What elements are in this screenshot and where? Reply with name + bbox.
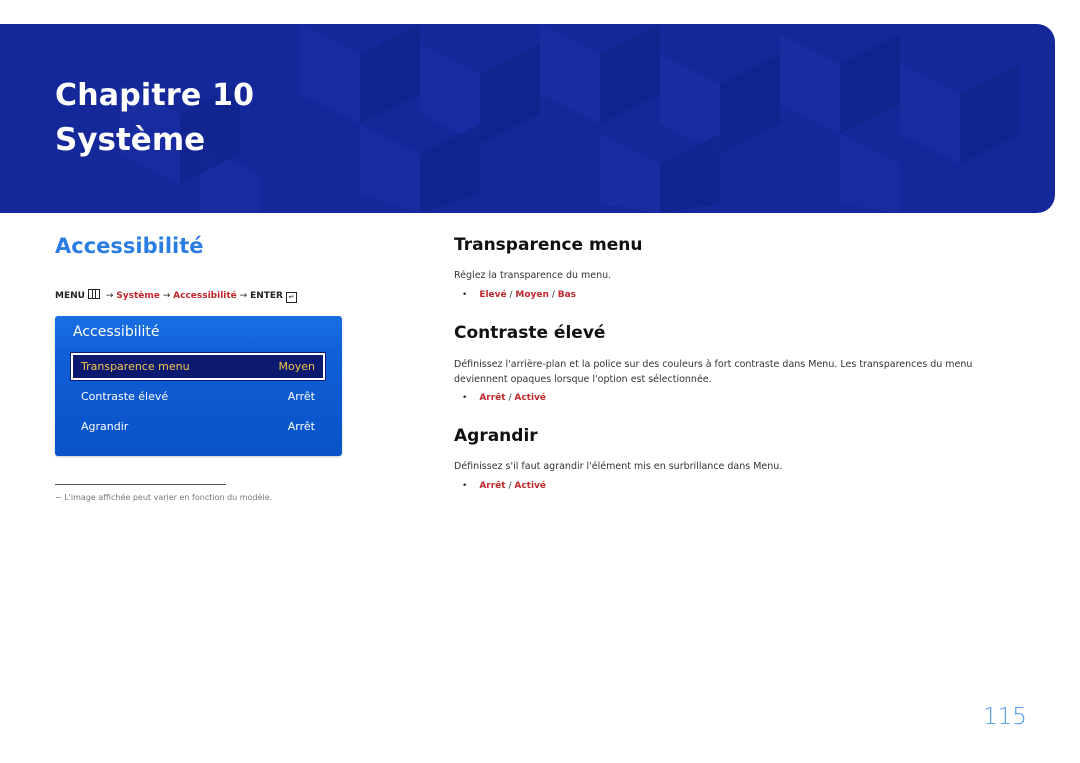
osd-item-label: Transparence menu: [81, 360, 190, 373]
path-arrow: →: [162, 291, 171, 301]
heading-transparence: Transparence menu: [454, 235, 643, 255]
bullet: •: [462, 393, 468, 403]
banner-cube-pattern: [120, 24, 1020, 213]
path-systeme: Système: [116, 291, 160, 301]
heading-contraste: Contraste élevé: [454, 323, 606, 343]
chapter-banner: Chapitre 10 Système: [0, 24, 1055, 213]
text-agrandir: Définissez s'il faut agrandir l'élément …: [454, 461, 783, 472]
bullet: •: [462, 290, 468, 300]
options-contraste: • Arrêt / Activé: [462, 393, 546, 403]
osd-item-value: Moyen: [278, 360, 315, 373]
option: Activé: [514, 393, 547, 403]
chapter-title: Système: [55, 122, 206, 158]
chapter-number: Chapitre 10: [55, 78, 255, 113]
options-agrandir: • Arrêt / Activé: [462, 481, 546, 491]
menu-path: MENU → Système → Accessibilité → ENTER ↵: [55, 289, 297, 303]
footnote: − L'image affichée peut varier en foncti…: [55, 493, 273, 502]
osd-item-label: Agrandir: [81, 420, 129, 433]
page-number: 115: [983, 704, 1027, 730]
menu-grid-icon: [87, 289, 100, 299]
enter-icon: ↵: [286, 292, 297, 303]
osd-item-agrandir[interactable]: Agrandir Arrêt: [71, 413, 325, 440]
separator: /: [551, 290, 555, 300]
osd-item-label: Contraste élevé: [81, 390, 169, 403]
osd-menu-screenshot: Accessibilité Transparence menu Moyen Co…: [55, 316, 342, 456]
option: Arrêt: [479, 481, 506, 491]
bullet: •: [462, 481, 468, 491]
section-title: Accessibilité: [55, 234, 204, 258]
osd-title: Accessibilité: [73, 324, 160, 340]
text-transparence: Réglez la transparence du menu.: [454, 270, 612, 281]
osd-item-transparence[interactable]: Transparence menu Moyen: [70, 352, 326, 381]
option: Elevé: [479, 290, 507, 300]
option: Moyen: [515, 290, 549, 300]
option: Arrêt: [479, 393, 506, 403]
heading-agrandir: Agrandir: [454, 426, 538, 446]
osd-item-contraste[interactable]: Contraste élevé Arrêt: [71, 383, 325, 410]
separator: /: [508, 481, 512, 491]
option: Activé: [514, 481, 547, 491]
options-transparence: • Elevé / Moyen / Bas: [462, 290, 576, 300]
text-contraste: Définissez l'arrière-plan et la police s…: [454, 359, 973, 385]
separator: /: [509, 290, 513, 300]
osd-item-value: Arrêt: [287, 420, 315, 433]
option: Bas: [557, 290, 577, 300]
path-arrow: →: [239, 291, 248, 301]
footnote-divider: [55, 484, 226, 485]
path-accessibilite: Accessibilité: [173, 291, 237, 301]
osd-item-value: Arrêt: [287, 390, 315, 403]
separator: /: [508, 393, 512, 403]
menu-label: MENU: [55, 291, 85, 301]
enter-label: ENTER: [250, 291, 283, 301]
path-arrow: →: [105, 291, 114, 301]
